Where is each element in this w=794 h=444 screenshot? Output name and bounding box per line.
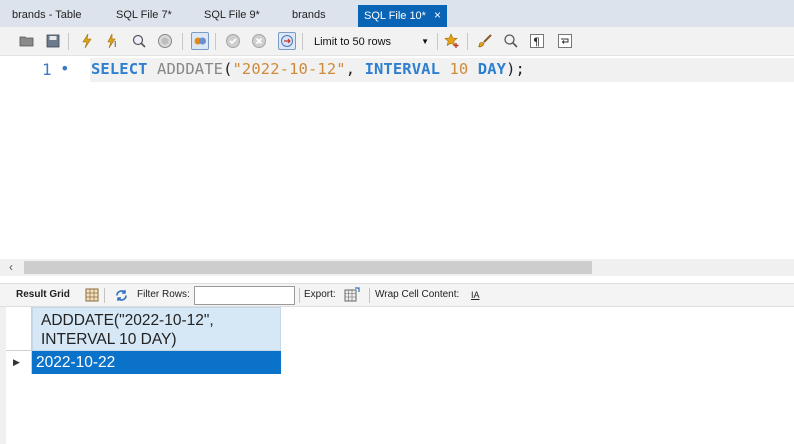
sql-code-line[interactable]: SELECT ADDDATE("2022-10-12", INTERVAL 10…: [91, 60, 525, 78]
grid-view-icon[interactable]: [84, 287, 100, 303]
close-icon[interactable]: ×: [434, 8, 441, 22]
scrollbar-thumb[interactable]: [24, 261, 592, 274]
toggle-continue-icon[interactable]: [278, 32, 296, 50]
scroll-left-icon[interactable]: ‹: [9, 260, 13, 274]
result-cell[interactable]: 2022-10-22: [32, 351, 281, 374]
tab-brands-table[interactable]: brands - Table: [6, 6, 88, 27]
tab-brands[interactable]: brands: [286, 6, 332, 27]
toolbar-separator: [369, 288, 370, 303]
svg-text:¶: ¶: [533, 36, 540, 49]
editor-horizontal-scrollbar[interactable]: ‹: [0, 259, 794, 276]
limit-rows-select[interactable]: Limit to 50 rows ▼: [309, 32, 433, 52]
save-icon[interactable]: [44, 32, 62, 50]
svg-text:I: I: [114, 40, 116, 49]
interval-amount: 10: [449, 60, 469, 78]
keyword-interval: INTERVAL: [364, 60, 441, 78]
magnifier-explain-icon[interactable]: [130, 32, 148, 50]
query-toolbar: I Limit to 50 rows ▼ ¶: [0, 27, 794, 56]
date-string: "2022-10-12": [232, 60, 346, 78]
search-icon[interactable]: [502, 32, 520, 50]
line-number: 1: [42, 60, 52, 79]
keyword-select: SELECT: [91, 60, 148, 78]
result-grid-tab[interactable]: Result Grid: [16, 289, 70, 300]
toolbar-separator: [437, 33, 438, 50]
export-icon[interactable]: [344, 287, 360, 303]
wrap-cell-content-label: Wrap Cell Content:: [375, 289, 460, 300]
close-paren-semicolon: );: [506, 60, 525, 78]
toolbar-separator: [467, 33, 468, 50]
tab-sql-file-7[interactable]: SQL File 7*: [110, 6, 178, 27]
wrap-cell-toggle-icon[interactable]: IA: [471, 290, 480, 300]
tab-sql-file-9[interactable]: SQL File 9*: [198, 6, 266, 27]
row-marker-icon[interactable]: ▶: [6, 351, 32, 374]
toolbar-separator: [68, 33, 69, 50]
commit-icon[interactable]: [224, 32, 242, 50]
tab-bar: brands - Table SQL File 7* SQL File 9* b…: [0, 0, 794, 27]
grid-corner: [6, 307, 32, 351]
lightning-execute-icon[interactable]: [78, 32, 96, 50]
filter-rows-input[interactable]: [194, 286, 295, 305]
wrap-icon[interactable]: [556, 32, 574, 50]
bookmark-star-icon[interactable]: [443, 32, 461, 50]
dropdown-arrow-icon: ▼: [421, 37, 429, 46]
toolbar-separator: [215, 33, 216, 50]
toggle-autocommit-icon[interactable]: [191, 32, 209, 50]
invisible-chars-icon[interactable]: ¶: [528, 32, 546, 50]
brush-beautify-icon[interactable]: [476, 32, 494, 50]
toolbar-separator: [302, 33, 303, 50]
stop-icon[interactable]: [156, 32, 174, 50]
filter-rows-label: Filter Rows:: [137, 289, 190, 300]
lightning-cursor-icon[interactable]: I: [104, 32, 122, 50]
function-adddate: ADDDATE: [157, 60, 224, 78]
keyword-day: DAY: [477, 60, 507, 78]
folder-open-icon[interactable]: [18, 32, 36, 50]
limit-rows-label: Limit to 50 rows: [314, 36, 392, 48]
export-label: Export:: [304, 289, 336, 300]
tab-label: SQL File 7*: [116, 9, 172, 21]
tab-label: SQL File 9*: [204, 9, 260, 21]
open-paren: (: [223, 60, 233, 78]
toolbar-separator: [182, 33, 183, 50]
tab-label: brands - Table: [12, 9, 82, 21]
tab-label: brands: [292, 9, 326, 21]
sql-editor[interactable]: 1 • SELECT ADDDATE("2022-10-12", INTERVA…: [0, 56, 794, 259]
statement-marker-icon: •: [60, 59, 70, 78]
tab-label: SQL File 10*: [364, 10, 426, 22]
tab-sql-file-10[interactable]: SQL File 10* ×: [358, 5, 447, 27]
rollback-icon[interactable]: [250, 32, 268, 50]
toolbar-separator: [299, 288, 300, 303]
refresh-icon[interactable]: [113, 287, 129, 303]
column-header-adddate[interactable]: ADDDATE("2022-10-12", INTERVAL 10 DAY): [32, 307, 281, 351]
comma: ,: [345, 60, 356, 78]
toolbar-separator: [104, 288, 105, 303]
result-toolbar: Result Grid Filter Rows: Export: Wrap Ce…: [0, 283, 794, 307]
